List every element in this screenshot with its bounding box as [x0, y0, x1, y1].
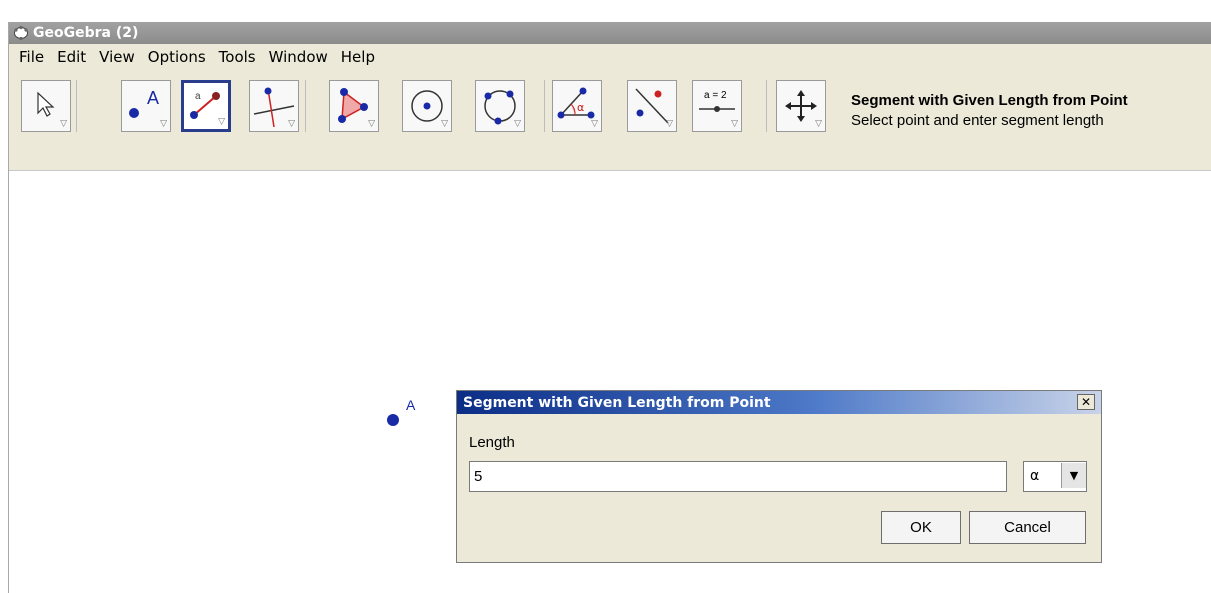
slider-tool-label: a = 2	[704, 90, 727, 101]
dropdown-triangle-icon: ▽	[368, 119, 375, 129]
menu-tools[interactable]: Tools	[219, 48, 256, 66]
segment-length-dialog: Segment with Given Length from Point ✕ L…	[456, 390, 1102, 563]
length-input[interactable]: 5	[469, 461, 1007, 492]
close-icon[interactable]: ✕	[1077, 394, 1095, 410]
dropdown-triangle-icon: ▽	[441, 119, 448, 129]
move-tool-button[interactable]: ▽	[21, 80, 71, 132]
slider-tool-button[interactable]: a = 2 ▽	[692, 80, 742, 132]
svg-text:A: A	[147, 88, 159, 108]
toolbar-separator	[766, 80, 767, 132]
move-view-tool-button[interactable]: ▽	[776, 80, 826, 132]
menu-help[interactable]: Help	[341, 48, 375, 66]
dropdown-triangle-icon: ▽	[731, 119, 738, 129]
toolbar-separator	[544, 80, 545, 132]
geogebra-app-icon	[14, 25, 28, 41]
title-bar: GeoGebra (2)	[9, 22, 1211, 44]
svg-text:a: a	[195, 91, 201, 102]
point-tool-button[interactable]: A ▽	[121, 80, 171, 132]
cancel-button[interactable]: Cancel	[969, 511, 1086, 544]
dropdown-triangle-icon: ▽	[815, 119, 822, 129]
active-tool-name: Segment with Given Length from Point	[851, 92, 1128, 109]
symbol-value: α	[1030, 468, 1040, 484]
window-title: GeoGebra (2)	[33, 25, 139, 41]
polygon-tool-button[interactable]: ▽	[329, 80, 379, 132]
active-tool-help: Select point and enter segment length	[851, 112, 1104, 129]
menu-view[interactable]: View	[99, 48, 135, 66]
menu-edit[interactable]: Edit	[57, 48, 86, 66]
menu-options[interactable]: Options	[148, 48, 206, 66]
dropdown-triangle-icon: ▽	[514, 119, 521, 129]
reflect-tool-button[interactable]: ▽	[627, 80, 677, 132]
circle-three-points-tool-button[interactable]: ▽	[475, 80, 525, 132]
menu-window[interactable]: Window	[269, 48, 328, 66]
dialog-title-bar[interactable]: Segment with Given Length from Point	[457, 391, 1101, 414]
toolbar-separator	[76, 80, 77, 132]
dropdown-triangle-icon: ▽	[666, 119, 673, 129]
menu-bar: File Edit View Options Tools Window Help	[9, 44, 1211, 70]
toolbar: ▽ A ▽ a ▽ ▽ ▽ ▽ ▽ α ▽ ▽ a = 2 ▽ ▽ Segmen…	[9, 70, 1211, 171]
dropdown-triangle-icon: ▽	[218, 117, 225, 127]
ok-button[interactable]: OK	[881, 511, 961, 544]
point-a-marker[interactable]	[387, 414, 399, 426]
chevron-down-icon[interactable]: ▼	[1061, 463, 1086, 488]
dropdown-triangle-icon: ▽	[60, 119, 67, 129]
tool-info-panel: Segment with Given Length from Point Sel…	[851, 91, 1128, 131]
svg-text:α: α	[577, 101, 584, 114]
length-label: Length	[469, 434, 515, 451]
point-a-label: A	[406, 397, 416, 413]
segment-length-tool-button[interactable]: a ▽	[181, 80, 231, 132]
menu-file[interactable]: File	[19, 48, 44, 66]
dropdown-triangle-icon: ▽	[160, 119, 167, 129]
dropdown-triangle-icon: ▽	[591, 119, 598, 129]
circle-center-tool-button[interactable]: ▽	[402, 80, 452, 132]
dropdown-triangle-icon: ▽	[288, 119, 295, 129]
toolbar-separator	[305, 80, 306, 132]
dialog-title: Segment with Given Length from Point	[463, 394, 771, 411]
perpendicular-line-tool-button[interactable]: ▽	[249, 80, 299, 132]
angle-tool-button[interactable]: α ▽	[552, 80, 602, 132]
